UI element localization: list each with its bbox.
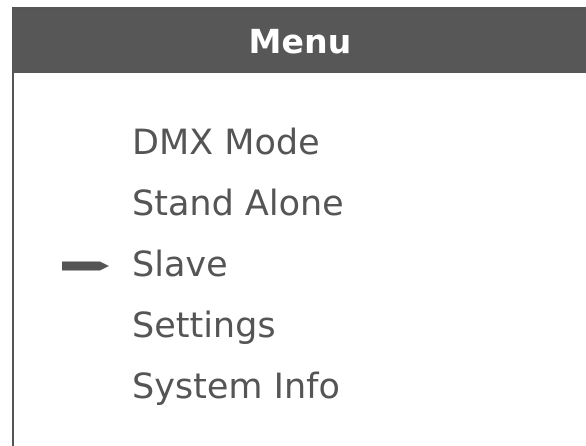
menu-item-stand-alone[interactable]: Stand Alone <box>14 174 586 235</box>
menu-item-label: Settings <box>132 306 276 346</box>
menu-item-settings[interactable]: Settings <box>14 296 586 357</box>
device-display: Menu DMX Mode Stand Alone Slave Settings <box>0 0 586 446</box>
menu-item-slave[interactable]: Slave <box>14 235 586 296</box>
menu-item-system-info[interactable]: System Info <box>14 357 586 418</box>
menu-item-label: DMX Mode <box>132 123 320 163</box>
menu-item-label: System Info <box>132 367 340 407</box>
menu-item-dmx-mode[interactable]: DMX Mode <box>14 113 586 174</box>
menu-panel: Menu DMX Mode Stand Alone Slave Settings <box>12 7 586 446</box>
menu-title: Menu <box>248 21 352 61</box>
menu-item-label: Slave <box>132 245 228 285</box>
menu-list: DMX Mode Stand Alone Slave Settings Syst… <box>14 113 586 418</box>
menu-header: Menu <box>14 9 586 73</box>
menu-item-label: Stand Alone <box>132 184 344 224</box>
arrow-right-icon <box>62 260 110 272</box>
